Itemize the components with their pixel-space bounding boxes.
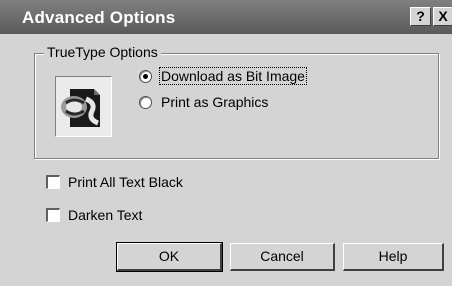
download-bit-image-radio[interactable] (139, 69, 152, 83)
truetype-options-legend: TrueType Options (44, 44, 161, 60)
title-bar[interactable]: Advanced Options ? X (0, 0, 452, 34)
title-help-button[interactable]: ? (410, 7, 431, 26)
print-all-text-black-option[interactable]: Print All Text Black (46, 174, 183, 190)
help-button[interactable]: Help (343, 243, 444, 271)
print-as-graphics-option[interactable]: Print as Graphics (139, 93, 269, 111)
title-close-button[interactable]: X (433, 7, 452, 26)
cancel-button[interactable]: Cancel (230, 243, 335, 271)
darken-text-checkbox[interactable] (46, 208, 60, 222)
ok-button[interactable]: OK (116, 242, 223, 272)
print-all-text-black-label: Print All Text Black (68, 174, 183, 190)
download-bit-image-label: Download as Bit Image (159, 67, 307, 85)
download-bit-image-option[interactable]: Download as Bit Image (139, 67, 307, 85)
darken-text-label: Darken Text (68, 207, 143, 223)
advanced-options-dialog: Advanced Options ? X TrueType Options Do… (0, 0, 452, 286)
truetype-icon-frame (55, 76, 112, 137)
truetype-font-icon (61, 89, 100, 127)
print-as-graphics-label: Print as Graphics (161, 94, 269, 110)
dialog-title: Advanced Options (22, 8, 176, 27)
print-as-graphics-radio[interactable] (139, 95, 152, 109)
darken-text-option[interactable]: Darken Text (46, 207, 142, 223)
print-all-text-black-checkbox[interactable] (46, 175, 60, 189)
